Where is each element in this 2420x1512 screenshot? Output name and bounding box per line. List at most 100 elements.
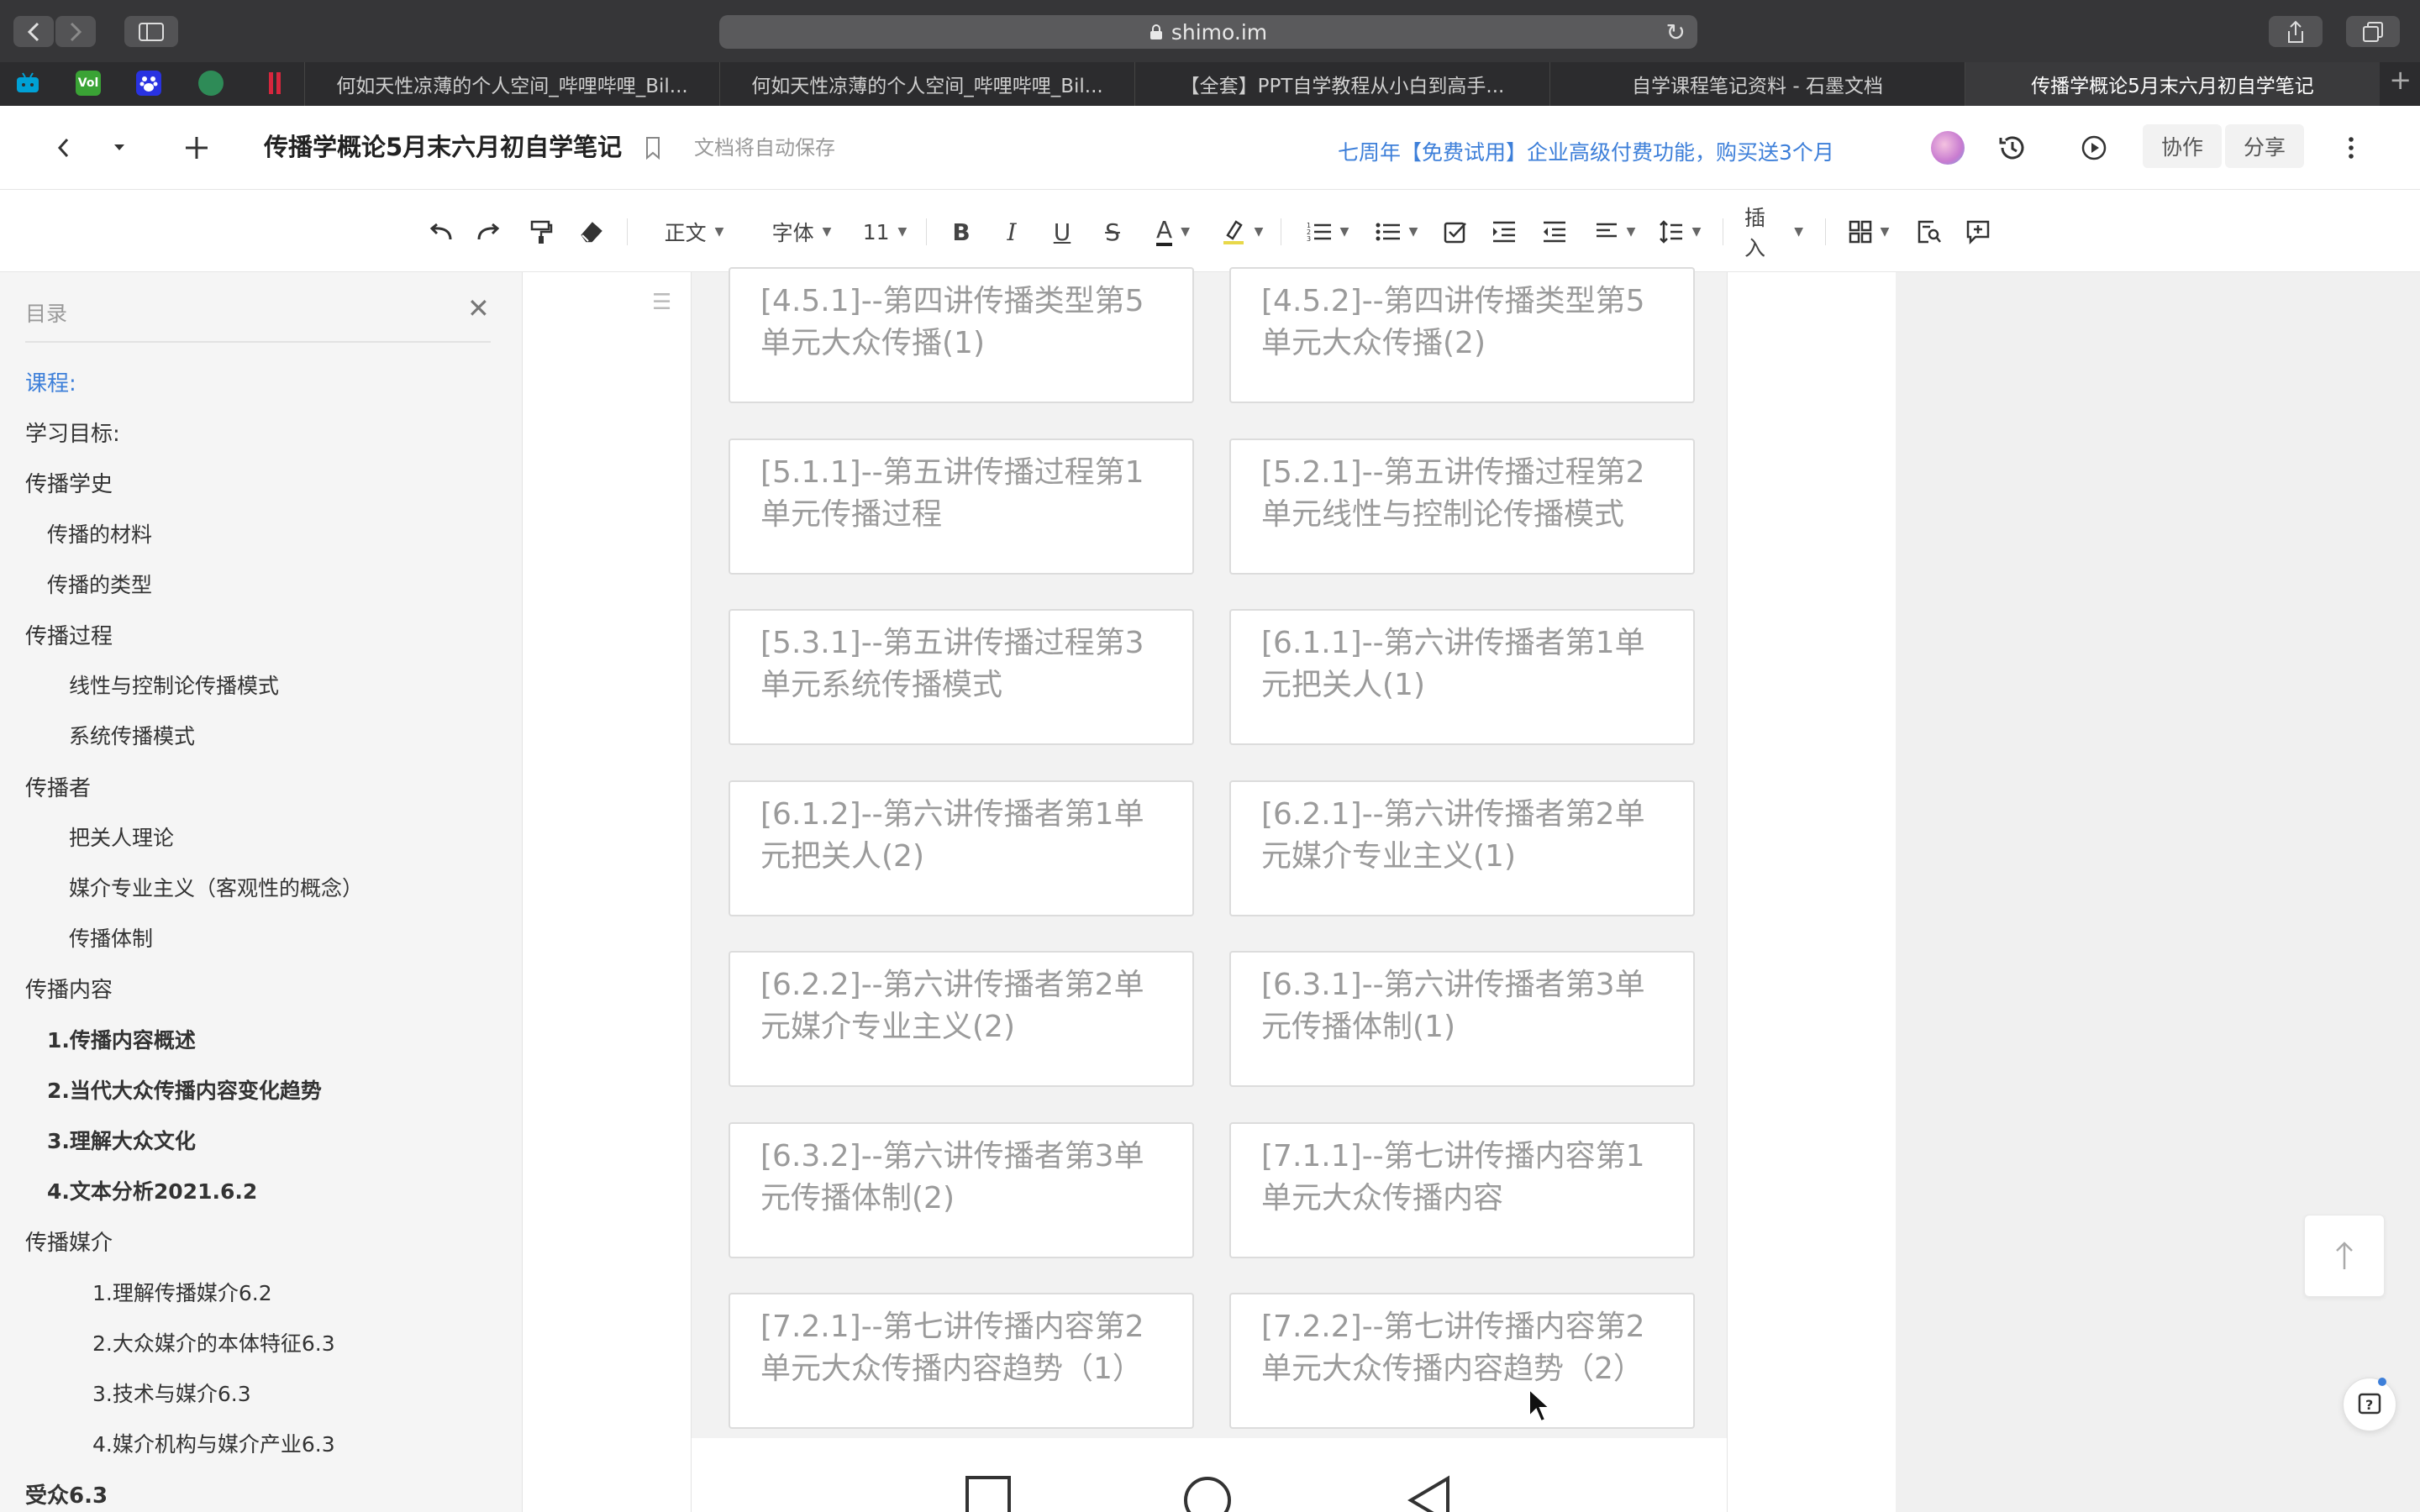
browser-tab-1[interactable]: 何如天性凉薄的个人空间_哔哩哔哩_Bil... xyxy=(304,62,719,106)
baidu-icon[interactable] xyxy=(136,71,161,96)
font-size-select[interactable]: 11 ▼ xyxy=(859,215,911,249)
toc-item[interactable]: 传播内容 xyxy=(25,973,113,1004)
red-app-icon[interactable] xyxy=(262,71,287,96)
lecture-video-card[interactable]: [6.3.1]--第六讲传播者第3单 元传播体制(1) xyxy=(1229,951,1695,1087)
toc-item[interactable]: 传播者 xyxy=(25,771,91,802)
back-button[interactable] xyxy=(42,126,86,170)
lecture-video-card[interactable]: [7.2.2]--第七讲传播内容第2 单元大众传播内容趋势（2） xyxy=(1229,1293,1695,1429)
find-replace-button[interactable] xyxy=(1912,215,1946,249)
new-tab-plus-icon[interactable]: + xyxy=(2389,64,2412,96)
line-spacing-button[interactable]: ▼ xyxy=(1654,215,1706,249)
toc-item[interactable]: 1.传播内容概述 xyxy=(47,1024,196,1054)
toc-item[interactable]: 2.大众媒介的本体特征6.3 xyxy=(92,1327,335,1357)
toc-item[interactable]: 1.理解传播媒介6.2 xyxy=(92,1277,272,1307)
outdent-button[interactable] xyxy=(1538,215,1571,249)
history-button[interactable] xyxy=(1993,126,2032,170)
bullet-list-button[interactable]: ▼ xyxy=(1370,215,1423,249)
green-app-icon[interactable] xyxy=(198,71,224,96)
text-color-button[interactable]: A ▼ xyxy=(1150,215,1197,249)
toc-item[interactable]: 线性与控制论传播模式 xyxy=(69,669,279,700)
presentation-button[interactable] xyxy=(2074,126,2114,170)
insert-menu-button[interactable]: 插入 ▼ xyxy=(1744,206,1803,260)
toc-item[interactable]: 传播过程 xyxy=(25,619,113,650)
clear-format-button[interactable] xyxy=(575,215,608,249)
address-bar[interactable]: shimo.im ↻ xyxy=(719,15,1697,49)
avatar[interactable] xyxy=(1931,131,1965,165)
checklist-button[interactable] xyxy=(1439,215,1472,249)
lecture-video-card[interactable]: [5.1.1]--第五讲传播过程第1 单元传播过程 xyxy=(729,438,1194,575)
toc-item[interactable]: 3.理解大众文化 xyxy=(47,1125,196,1155)
toc-item[interactable]: 传播的类型 xyxy=(47,569,152,599)
help-button[interactable]: ? xyxy=(2343,1378,2396,1431)
lecture-video-card[interactable]: [6.1.1]--第六讲传播者第1单 元把关人(1) xyxy=(1229,609,1695,745)
toc-item[interactable]: 4.媒介机构与媒介产业6.3 xyxy=(92,1428,335,1458)
share-sheet-button[interactable] xyxy=(2269,16,2323,47)
browser-forward-button[interactable] xyxy=(55,16,96,47)
toc-item[interactable]: 2.当代大众传播内容变化趋势 xyxy=(47,1074,322,1105)
toc-item[interactable]: 媒介专业主义（客观性的概念） xyxy=(69,872,363,902)
toc-divider xyxy=(25,341,491,343)
toc-item[interactable]: 把关人理论 xyxy=(69,822,174,852)
toc-item[interactable]: 课程: xyxy=(25,366,76,397)
toc-item[interactable]: 受众6.3 xyxy=(25,1478,108,1509)
browser-tab-2[interactable]: 何如天性凉薄的个人空间_哔哩哔哩_Bil... xyxy=(719,62,1134,106)
strikethrough-button[interactable]: S xyxy=(1097,215,1128,249)
promo-link[interactable]: 七周年【免费试用】企业高级付费功能，购买送3个月 xyxy=(1338,136,1834,166)
toc-item[interactable]: 传播体制 xyxy=(69,922,153,953)
toc-item[interactable]: 传播的材料 xyxy=(47,518,152,549)
bilibili-tv-icon[interactable] xyxy=(15,71,40,96)
lecture-video-card[interactable]: [4.5.1]--第四讲传播类型第5 单元大众传播(1) xyxy=(729,267,1194,403)
reload-icon[interactable]: ↻ xyxy=(1666,18,1686,46)
new-document-button[interactable] xyxy=(173,124,220,171)
paragraph-style-select[interactable]: 正文 ▼ xyxy=(654,215,734,249)
lecture-video-card[interactable]: [6.3.2]--第六讲传播者第3单 元传播体制(2) xyxy=(729,1122,1194,1258)
ordered-list-button[interactable]: 1 2 3 ▼ xyxy=(1301,215,1355,249)
lecture-video-card[interactable]: [4.5.2]--第四讲传播类型第5 单元大众传播(2) xyxy=(1229,267,1695,403)
redo-button[interactable] xyxy=(472,215,506,249)
browser-tab-5-active[interactable]: 传播学概论5月末六月初自学笔记 xyxy=(1965,62,2380,106)
underline-button[interactable]: U xyxy=(1047,215,1077,249)
tab-overview-button[interactable] xyxy=(2346,16,2400,47)
browser-back-button[interactable] xyxy=(13,16,54,47)
font-family-select[interactable]: 字体 ▼ xyxy=(761,215,842,249)
card-title-line-1: [5.2.1]--第五讲传播过程第2 xyxy=(1261,455,1645,490)
vol-icon[interactable]: Vol xyxy=(76,71,101,96)
collaborate-button[interactable]: 协作 xyxy=(2143,124,2222,168)
drag-handle-icon[interactable]: ☰ xyxy=(652,290,671,315)
undo-button[interactable] xyxy=(424,215,457,249)
italic-button[interactable]: I xyxy=(997,215,1027,249)
bookmark-button[interactable] xyxy=(639,131,667,165)
lecture-video-card[interactable]: [5.3.1]--第五讲传播过程第3 单元系统传播模式 xyxy=(729,609,1194,745)
browser-tab-3[interactable]: 【全套】PPT自学教程从小白到高手... xyxy=(1134,62,1549,106)
bold-button[interactable]: B xyxy=(946,215,976,249)
toolbar-divider xyxy=(1825,218,1826,245)
toc-item[interactable]: 3.技术与媒介6.3 xyxy=(92,1378,251,1408)
comment-button[interactable] xyxy=(1961,215,1995,249)
toc-item[interactable]: 系统传播模式 xyxy=(69,720,195,750)
share-button[interactable]: 分享 xyxy=(2225,124,2304,168)
indent-button[interactable] xyxy=(1487,215,1521,249)
lecture-video-card[interactable]: [5.2.1]--第五讲传播过程第2 单元线性与控制论传播模式 xyxy=(1229,438,1695,575)
lecture-video-card[interactable]: [7.2.1]--第七讲传播内容第2 单元大众传播内容趋势（1） xyxy=(729,1293,1194,1429)
history-dropdown-button[interactable] xyxy=(99,126,139,170)
toc-item[interactable]: 传播媒介 xyxy=(25,1226,113,1257)
highlight-button[interactable]: ▼ xyxy=(1217,215,1267,249)
layout-grid-button[interactable]: ▼ xyxy=(1845,215,1892,249)
lecture-video-card[interactable]: [6.1.2]--第六讲传播者第1单 元把关人(2) xyxy=(729,780,1194,916)
toc-item[interactable]: 学习目标: xyxy=(25,417,120,448)
browser-tab-4[interactable]: 自学课程笔记资料 - 石墨文档 xyxy=(1549,62,1965,106)
close-icon[interactable]: ✕ xyxy=(467,292,490,324)
more-menu-button[interactable] xyxy=(2334,126,2368,170)
lecture-video-card[interactable]: [7.1.1]--第七讲传播内容第1 单元大众传播内容 xyxy=(1229,1122,1695,1258)
align-button[interactable]: ▼ xyxy=(1590,215,1640,249)
toc-item[interactable]: 传播学史 xyxy=(25,467,113,498)
toc-item[interactable]: 4.文本分析2021.6.2 xyxy=(47,1175,257,1205)
lecture-video-card[interactable]: [6.2.2]--第六讲传播者第2单 元媒介专业主义(2) xyxy=(729,951,1194,1087)
sidebar-toggle-button[interactable] xyxy=(124,16,178,47)
url-text: shimo.im xyxy=(1171,19,1268,45)
format-painter-button[interactable] xyxy=(524,215,558,249)
lecture-video-card[interactable]: [6.2.1]--第六讲传播者第2单 元媒介专业主义(1) xyxy=(1229,780,1695,916)
scroll-to-top-button[interactable] xyxy=(2304,1215,2385,1297)
document-title[interactable]: 传播学概论5月末六月初自学笔记 xyxy=(264,128,622,163)
card-title-line-1: [5.3.1]--第五讲传播过程第3 xyxy=(760,626,1144,660)
